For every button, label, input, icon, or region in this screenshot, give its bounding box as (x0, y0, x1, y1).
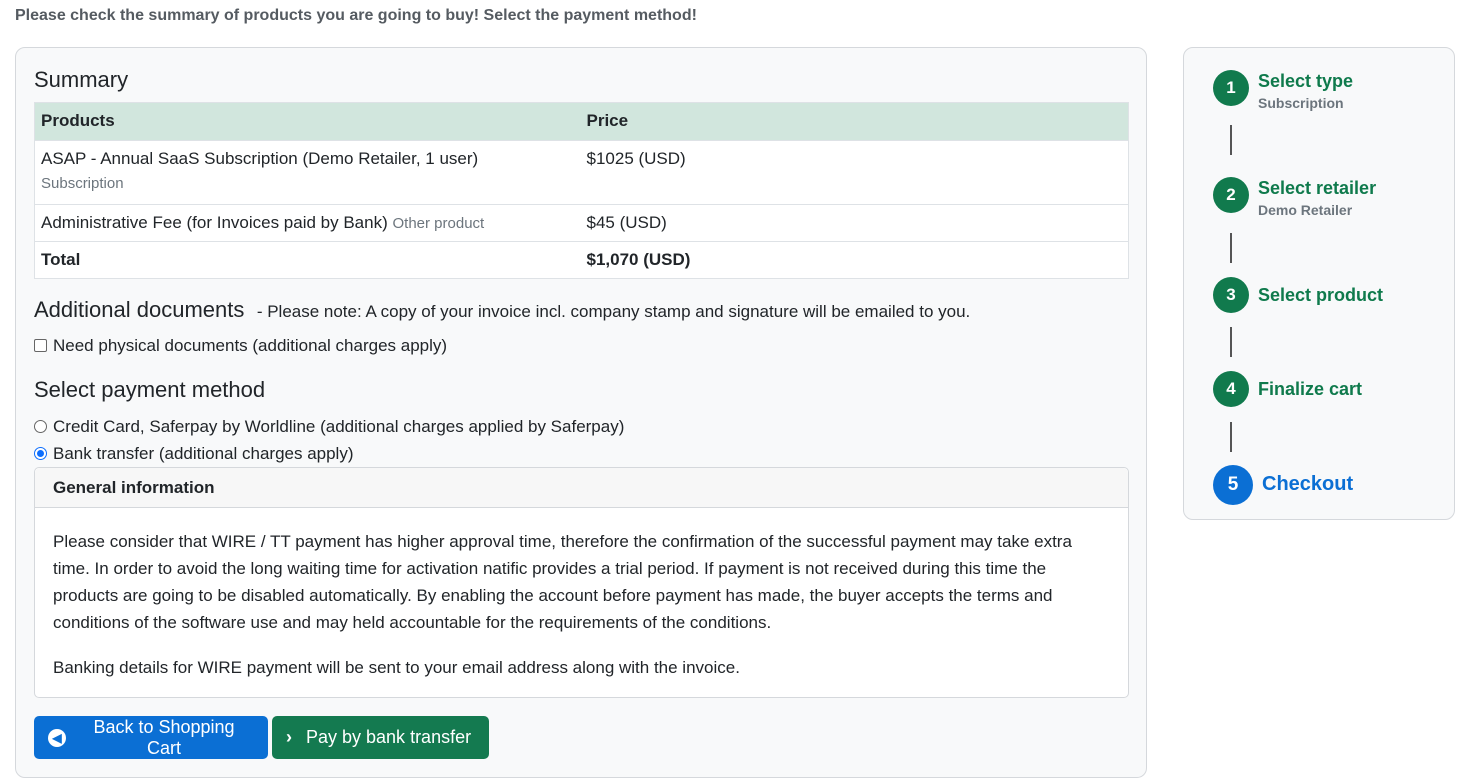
header-products: Products (34, 102, 581, 141)
payment-option-credit-card[interactable]: Credit Card, Saferpay by Worldline (addi… (34, 417, 624, 437)
product-type: Other product (392, 215, 485, 232)
step-connector (1230, 233, 1232, 263)
table-row: ASAP - Annual SaaS Subscription (Demo Re… (34, 140, 1129, 205)
pay-by-bank-button[interactable]: › Pay by bank transfer (272, 716, 489, 759)
physical-documents-label[interactable]: Need physical documents (additional char… (53, 336, 447, 356)
payment-title: Select payment method (34, 377, 266, 402)
checkout-steps: 1 Select type Subscription 2 Select reta… (1183, 47, 1455, 520)
total-value: $1,070 (USD) (580, 241, 1129, 279)
step-number: 4 (1213, 371, 1249, 407)
step-number: 2 (1213, 177, 1249, 213)
documents-note: - Please note: A copy of your invoice in… (256, 302, 971, 321)
summary-title: Summary (34, 67, 129, 92)
table-header-row: Products Price (34, 102, 1129, 141)
total-label: Total (34, 241, 581, 279)
step-number: 5 (1213, 465, 1253, 505)
banking-details-text: Banking details for WIRE payment will be… (53, 658, 740, 677)
product-name: Administrative Fee (for Invoices paid by… (41, 213, 388, 232)
step-checkout: 5 Checkout (1213, 465, 1353, 505)
credit-card-label[interactable]: Credit Card, Saferpay by Worldline (addi… (53, 417, 624, 437)
bank-transfer-label[interactable]: Bank transfer (additional charges apply) (53, 444, 354, 464)
step-subtitle: Demo Retailer (1258, 202, 1353, 218)
back-to-cart-button[interactable]: ◀ Back to Shopping Cart (34, 716, 268, 759)
step-number: 1 (1213, 70, 1249, 106)
step-title: Select type (1258, 71, 1354, 91)
checkout-card: Summary Products Price ASAP - Annual Saa… (15, 47, 1147, 778)
physical-documents-option[interactable]: Need physical documents (additional char… (34, 336, 447, 356)
step-title: Finalize cart (1258, 379, 1363, 399)
product-type: Subscription (41, 175, 124, 192)
payment-option-bank-transfer[interactable]: Bank transfer (additional charges apply) (34, 444, 354, 464)
step-finalize-cart: 4 Finalize cart (1213, 371, 1362, 407)
step-connector (1230, 327, 1232, 357)
general-information-body: Please consider that WIRE / TT payment h… (35, 508, 1128, 681)
back-to-cart-label: Back to Shopping Cart (93, 716, 235, 758)
chevron-right-icon: › (286, 727, 292, 747)
summary-table: Products Price ASAP - Annual SaaS Subscr… (34, 102, 1129, 279)
wire-info-text: Please consider that WIRE / TT payment h… (53, 532, 1072, 632)
step-connector (1230, 422, 1232, 452)
bank-transfer-radio[interactable] (34, 446, 47, 460)
step-connector (1230, 125, 1232, 155)
documents-section: Additional documents - Please note: A co… (34, 297, 970, 323)
header-price: Price (580, 102, 1129, 141)
documents-title: Additional documents (34, 297, 245, 322)
product-cell: Administrative Fee (for Invoices paid by… (34, 204, 581, 242)
price-cell: $45 (USD) (580, 204, 1129, 242)
step-select-retailer: 2 Select retailer Demo Retailer (1213, 177, 1376, 218)
arrow-left-circle-icon: ◀ (48, 728, 66, 747)
physical-documents-checkbox[interactable] (34, 338, 47, 352)
step-select-product: 3 Select product (1213, 277, 1383, 313)
page-intro: Please check the summary of products you… (15, 7, 697, 24)
step-title: Checkout (1262, 473, 1354, 495)
general-information-header: General information (35, 468, 1128, 508)
credit-card-radio[interactable] (34, 419, 47, 433)
step-select-type: 1 Select type Subscription (1213, 70, 1353, 111)
total-row: Total $1,070 (USD) (34, 241, 1129, 279)
table-row: Administrative Fee (for Invoices paid by… (34, 204, 1129, 242)
step-number: 3 (1213, 277, 1249, 313)
product-cell: ASAP - Annual SaaS Subscription (Demo Re… (34, 140, 581, 205)
price-cell: $1025 (USD) (580, 140, 1129, 205)
pay-by-bank-label: Pay by bank transfer (306, 727, 472, 747)
step-title: Select product (1258, 285, 1384, 305)
step-title: Select retailer (1258, 178, 1377, 198)
product-name: ASAP - Annual SaaS Subscription (Demo Re… (41, 149, 479, 168)
general-information-card: General information Please consider that… (34, 467, 1129, 698)
step-subtitle: Subscription (1258, 95, 1344, 111)
